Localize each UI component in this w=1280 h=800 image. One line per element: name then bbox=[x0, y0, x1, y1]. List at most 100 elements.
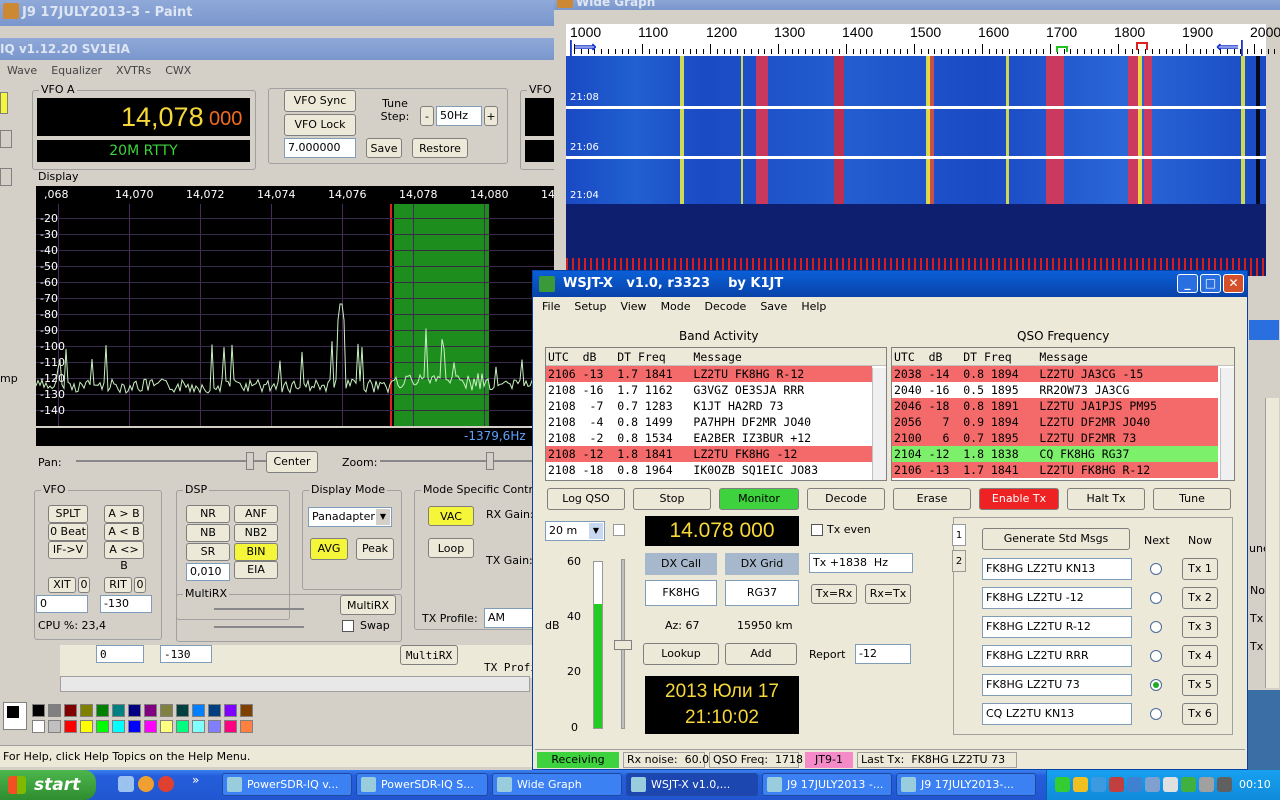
vfoa-frequency-display[interactable]: 14,078 000 bbox=[37, 98, 250, 136]
palette-color[interactable] bbox=[160, 720, 173, 733]
rx-level-slider[interactable] bbox=[614, 559, 632, 729]
vfo-restore-button[interactable]: Restore bbox=[412, 138, 468, 158]
tune-button[interactable]: Tune bbox=[1153, 488, 1231, 510]
taskbar-button[interactable]: Wide Graph bbox=[492, 773, 622, 796]
report-spinbox[interactable]: -12 bbox=[855, 644, 911, 664]
tune-step-minus[interactable]: - bbox=[420, 106, 434, 126]
chevron-down-icon[interactable]: ▼ bbox=[376, 509, 390, 525]
erase-button[interactable]: Erase bbox=[893, 488, 971, 510]
tray-icon[interactable] bbox=[1073, 777, 1088, 792]
band-chevron-down-icon[interactable]: ▼ bbox=[589, 523, 603, 539]
loop-button[interactable]: Loop bbox=[428, 538, 474, 558]
palette-color[interactable] bbox=[192, 720, 205, 733]
palette-color[interactable] bbox=[208, 720, 221, 733]
menu-wave[interactable]: Wave bbox=[0, 61, 44, 81]
center-button[interactable]: Center bbox=[266, 451, 318, 473]
tx-message-field[interactable]: FK8HG LZ2TU KN13 bbox=[982, 558, 1132, 580]
split-button[interactable]: SPLT bbox=[48, 505, 88, 523]
palette-color[interactable] bbox=[96, 704, 109, 717]
tab-2[interactable]: 2 bbox=[952, 550, 966, 572]
nb-button[interactable]: NB bbox=[186, 524, 230, 542]
tray-clock[interactable]: 00:10 bbox=[1239, 778, 1271, 791]
palette-color[interactable] bbox=[112, 720, 125, 733]
generate-std-msgs-button[interactable]: Generate Std Msgs bbox=[982, 528, 1130, 550]
tray-icon[interactable] bbox=[1055, 777, 1070, 792]
stop-button[interactable]: Stop bbox=[633, 488, 711, 510]
nr-button[interactable]: NR bbox=[186, 505, 230, 523]
palette-color[interactable] bbox=[176, 704, 189, 717]
close-icon[interactable]: ✕ bbox=[1223, 274, 1244, 293]
dx-grid-input[interactable]: RG37 bbox=[725, 580, 799, 606]
tray-icon[interactable] bbox=[1145, 777, 1160, 792]
decode-button[interactable]: Decode bbox=[807, 488, 885, 510]
message-row[interactable]: 2038 -14 0.8 1894 LZ2TU JA3CG -15 bbox=[892, 366, 1218, 382]
tx-eq-rx-button[interactable]: Tx=Rx bbox=[811, 584, 857, 604]
tray-icon[interactable] bbox=[1181, 777, 1196, 792]
taskbar-button[interactable]: PowerSDR-IQ v... bbox=[222, 773, 352, 796]
tx-now-button[interactable]: Tx 1 bbox=[1182, 558, 1218, 580]
message-row[interactable]: 2100 6 0.7 1895 LZ2TU DF2MR 73 bbox=[892, 430, 1218, 446]
message-row[interactable]: 2108 -16 1.7 1162 G3VGZ OE3SJA RRR bbox=[546, 382, 872, 398]
left-stub-1[interactable] bbox=[0, 130, 12, 148]
tray-icon[interactable] bbox=[1217, 777, 1232, 792]
next-radio[interactable] bbox=[1150, 592, 1162, 604]
start-button[interactable]: start bbox=[0, 770, 96, 800]
zero-beat-button[interactable]: 0 Beat bbox=[48, 523, 88, 541]
anf-button[interactable]: ANF bbox=[234, 505, 278, 523]
next-radio[interactable] bbox=[1150, 708, 1162, 720]
menu-cwx[interactable]: CWX bbox=[158, 61, 198, 81]
palette-color[interactable] bbox=[80, 720, 93, 733]
palette-color[interactable] bbox=[112, 704, 125, 717]
tx-message-field[interactable]: FK8HG LZ2TU RRR bbox=[982, 645, 1132, 667]
tray-icon[interactable] bbox=[1199, 777, 1214, 792]
menu-setup[interactable]: Setup bbox=[567, 297, 613, 317]
message-row[interactable]: 2108 -12 1.8 1841 LZ2TU FK8HG -12 bbox=[546, 446, 872, 462]
tune-step-plus[interactable]: + bbox=[484, 106, 498, 126]
menu-view[interactable]: View bbox=[613, 297, 653, 317]
enable-tx-button[interactable]: Enable Tx bbox=[979, 488, 1059, 510]
quicklaunch-icon-3[interactable] bbox=[158, 776, 174, 792]
message-row[interactable]: 2106 -13 1.7 1841 LZ2TU FK8HG R-12 bbox=[546, 366, 872, 382]
xit-button[interactable]: XIT bbox=[48, 577, 76, 593]
palette-color[interactable] bbox=[240, 720, 253, 733]
palette-color[interactable] bbox=[224, 720, 237, 733]
multirx-slider-2[interactable] bbox=[214, 626, 304, 628]
menu-decode[interactable]: Decode bbox=[698, 297, 754, 317]
taskbar-button[interactable]: PowerSDR-IQ S... bbox=[356, 773, 488, 796]
palette-color[interactable] bbox=[32, 704, 45, 717]
next-radio[interactable] bbox=[1150, 563, 1162, 575]
next-radio[interactable] bbox=[1150, 621, 1162, 633]
tray-icon[interactable] bbox=[1163, 777, 1178, 792]
avg-button[interactable]: AVG bbox=[310, 538, 348, 560]
palette-color[interactable] bbox=[192, 704, 205, 717]
left-stub-2[interactable] bbox=[0, 168, 12, 186]
multirx-button[interactable]: MultiRX bbox=[340, 595, 396, 615]
log-qso-button[interactable]: Log QSO bbox=[547, 488, 625, 510]
menu-help[interactable]: Help bbox=[794, 297, 833, 317]
qso-frequency-scrollbar[interactable] bbox=[1220, 368, 1234, 480]
halt-tx-button[interactable]: Halt Tx bbox=[1067, 488, 1145, 510]
quicklaunch-icon-2[interactable] bbox=[138, 776, 154, 792]
tune-step-value[interactable]: 50Hz bbox=[436, 106, 482, 126]
menu-mode[interactable]: Mode bbox=[654, 297, 698, 317]
band-checkbox[interactable] bbox=[613, 524, 625, 536]
tray-icon[interactable] bbox=[1109, 777, 1124, 792]
rit-zero-button[interactable]: 0 bbox=[134, 577, 146, 593]
panadapter-display[interactable]: ,068 14,070 14,072 14,074 14,076 14,078 14,080… bbox=[36, 186, 560, 426]
vfo-freq-input[interactable]: 7.000000 bbox=[284, 138, 356, 158]
tx-message-field[interactable]: CQ LZ2TU KN13 bbox=[982, 703, 1132, 725]
palette-color[interactable] bbox=[240, 704, 253, 717]
tx-message-field[interactable]: FK8HG LZ2TU 73 bbox=[982, 674, 1132, 696]
palette-color[interactable] bbox=[48, 704, 61, 717]
message-row[interactable]: 2040 -16 0.5 1895 RR2OW73 JA3CG bbox=[892, 382, 1218, 398]
bin-button[interactable]: BIN bbox=[234, 543, 278, 561]
chevron-right-icon[interactable]: » bbox=[192, 773, 199, 787]
left-stub-yellow[interactable] bbox=[0, 92, 8, 114]
tx-now-button[interactable]: Tx 4 bbox=[1182, 645, 1218, 667]
message-row[interactable]: 2106 -13 1.7 1841 LZ2TU FK8HG R-12 bbox=[892, 462, 1218, 478]
rit-button[interactable]: RIT bbox=[104, 577, 132, 593]
palette-color[interactable] bbox=[160, 704, 173, 717]
palette-color[interactable] bbox=[96, 720, 109, 733]
menu-equalizer[interactable]: Equalizer bbox=[44, 61, 109, 81]
palette-color[interactable] bbox=[64, 704, 77, 717]
